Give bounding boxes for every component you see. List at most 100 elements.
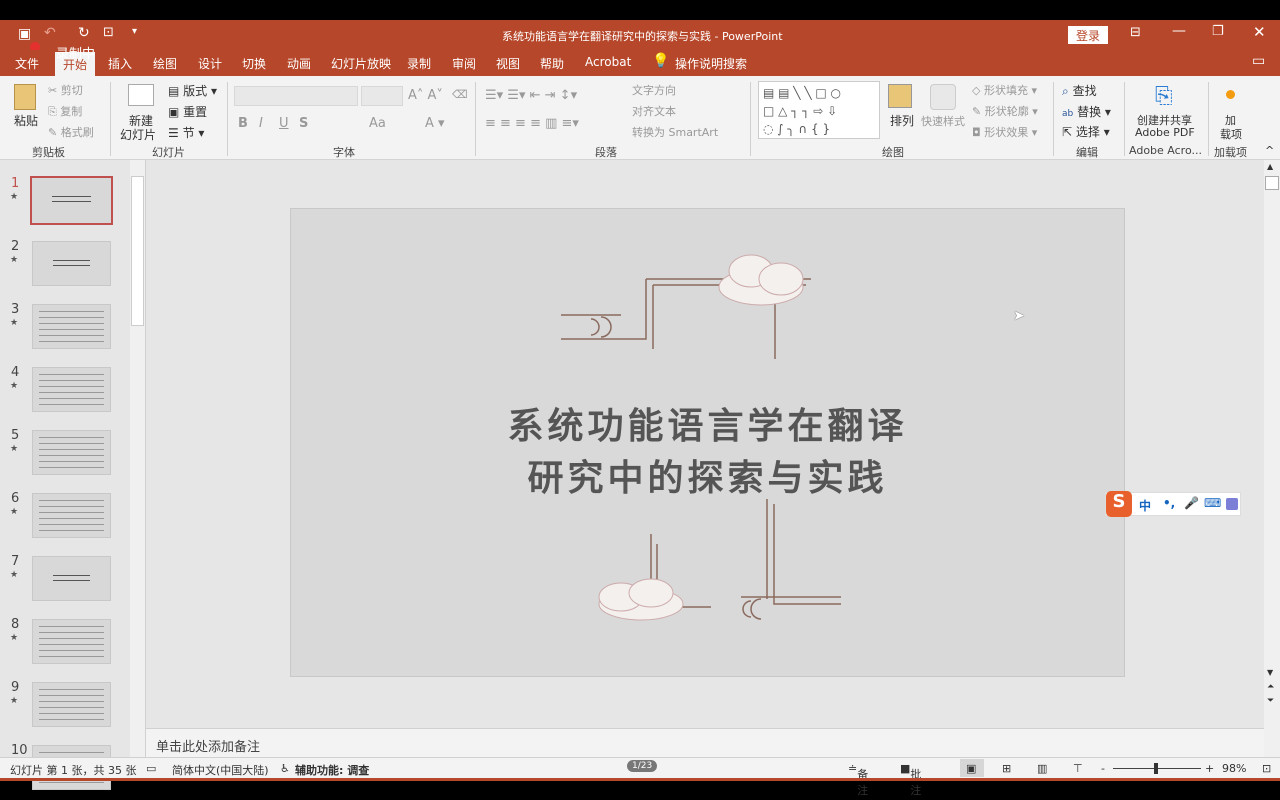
tab-record[interactable]: 录制 bbox=[407, 55, 431, 72]
microphone-icon[interactable]: 🎤 bbox=[1184, 496, 1199, 510]
reading-view-icon[interactable]: ▥ bbox=[1037, 762, 1047, 775]
tab-insert[interactable]: 插入 bbox=[108, 55, 132, 72]
spellcheck-icon[interactable]: ▭ bbox=[146, 762, 156, 775]
copy-button[interactable]: ⎘ 复制 bbox=[48, 103, 82, 119]
addins-icon[interactable] bbox=[1226, 90, 1235, 99]
editor-vertical-scrollbar[interactable]: ▲ ▼ ⏶ ⏷ bbox=[1264, 160, 1280, 757]
tab-acrobat[interactable]: Acrobat bbox=[585, 55, 631, 69]
cut-button[interactable]: ✂ 剪切 bbox=[48, 82, 83, 98]
restore-button[interactable]: ❐ bbox=[1212, 24, 1224, 39]
tab-slideshow[interactable]: 幻灯片放映 bbox=[331, 55, 391, 72]
undo-icon[interactable]: ↶ bbox=[44, 25, 56, 41]
clear-format-icon[interactable]: ⌫ bbox=[452, 88, 468, 101]
new-slide-icon[interactable] bbox=[128, 84, 154, 106]
scroll-down-icon[interactable]: ▼ bbox=[1267, 668, 1273, 677]
font-name-input[interactable] bbox=[234, 86, 358, 106]
find-button[interactable]: ⌕ 查找 bbox=[1062, 82, 1097, 99]
font-size-input[interactable] bbox=[361, 86, 403, 106]
accessibility-icon[interactable]: ♿ bbox=[280, 762, 290, 775]
close-button[interactable]: ✕ bbox=[1253, 23, 1266, 41]
slide-thumbnail[interactable] bbox=[32, 304, 111, 349]
keyboard-icon[interactable]: ⌨ bbox=[1204, 496, 1221, 510]
previous-slide-icon[interactable]: ⏶ bbox=[1267, 682, 1274, 692]
slide-canvas[interactable]: 系统功能语言学在翻译 研究中的探索与实践 bbox=[290, 208, 1125, 677]
language-status[interactable]: 简体中文(中国大陆) bbox=[172, 762, 269, 778]
slide-thumbnail[interactable] bbox=[32, 556, 111, 601]
tab-transitions[interactable]: 切换 bbox=[242, 55, 266, 72]
comments-button[interactable]: ■ 批注 bbox=[900, 762, 921, 797]
paste-button[interactable]: 粘贴 bbox=[14, 112, 38, 129]
slide-thumbnail[interactable] bbox=[30, 176, 113, 225]
tell-me-search[interactable]: 操作说明搜索 bbox=[675, 55, 747, 72]
notes-pane[interactable]: 单击此处添加备注 bbox=[146, 728, 1264, 757]
smartart-button[interactable]: 转换为 SmartArt bbox=[632, 124, 718, 140]
collapse-ribbon-icon[interactable]: ^ bbox=[1265, 144, 1274, 157]
font-grow-icon[interactable]: A˄ A˅ bbox=[408, 88, 443, 103]
arrange-icon[interactable] bbox=[888, 84, 912, 108]
scroll-up-icon[interactable]: ▲ bbox=[1267, 162, 1273, 171]
fit-to-window-icon[interactable]: ⊡ bbox=[1262, 762, 1271, 775]
tab-help[interactable]: 帮助 bbox=[540, 55, 564, 72]
zoom-in-button[interactable]: + bbox=[1205, 762, 1214, 775]
slide-thumbnail[interactable] bbox=[32, 682, 111, 727]
quick-styles-button[interactable]: 快速样式 bbox=[921, 113, 965, 129]
slide-thumbnail[interactable] bbox=[32, 241, 111, 286]
zoom-out-button[interactable]: - bbox=[1101, 762, 1105, 775]
layout-button[interactable]: ▤ 版式 ▾ bbox=[168, 82, 217, 99]
section-button[interactable]: ☰ 节 ▾ bbox=[168, 124, 204, 141]
reset-button[interactable]: ▣ 重置 bbox=[168, 103, 207, 120]
shape-outline-button[interactable]: ✎ 形状轮廓 ▾ bbox=[972, 103, 1038, 119]
shapes-gallery[interactable]: ▤ ▤ ╲ ╲ □ ○ □ △ ┐ ┐ ⇨ ⇩ ◌ ∫ ╮ ∩ { } bbox=[758, 81, 880, 139]
slide-thumbnail[interactable] bbox=[32, 493, 111, 538]
change-case-button[interactable]: Aa bbox=[369, 116, 386, 131]
bullets-icon[interactable]: ☰▾ ☰▾ ⇤ ⇥ ↕▾ bbox=[485, 88, 577, 103]
minimize-button[interactable]: — bbox=[1172, 23, 1186, 39]
slide-thumbnail[interactable] bbox=[32, 367, 111, 412]
arrange-button[interactable]: 排列 bbox=[890, 112, 914, 129]
tab-file[interactable]: 文件 bbox=[15, 55, 39, 72]
slide-sorter-icon[interactable]: ⊞ bbox=[1002, 762, 1011, 775]
paste-icon[interactable] bbox=[14, 84, 36, 110]
thumbnails-scrollbar[interactable] bbox=[130, 160, 145, 757]
zoom-slider-thumb[interactable] bbox=[1154, 763, 1158, 774]
shape-effects-button[interactable]: ◘ 形状效果 ▾ bbox=[972, 124, 1037, 140]
addins-label-2[interactable]: 载项 bbox=[1220, 126, 1242, 142]
thumbnails-scroll-thumb[interactable] bbox=[131, 176, 144, 326]
italic-button[interactable]: I bbox=[259, 116, 263, 131]
zoom-level[interactable]: 98% bbox=[1222, 762, 1246, 775]
underline-button[interactable]: U bbox=[279, 116, 289, 131]
new-slide-label-2[interactable]: 幻灯片 bbox=[120, 126, 156, 143]
slide-thumbnail[interactable] bbox=[32, 430, 111, 475]
slide-title-line-1[interactable]: 系统功能语言学在翻译 bbox=[291, 397, 1124, 449]
align-text-button[interactable]: 对齐文本 bbox=[632, 103, 676, 119]
text-direction-button[interactable]: 文字方向 bbox=[632, 82, 676, 98]
create-pdf-label-2[interactable]: Adobe PDF bbox=[1135, 126, 1195, 139]
notes-button[interactable]: ≐ 备注 bbox=[848, 762, 868, 797]
redo-icon[interactable]: ↻ bbox=[78, 25, 90, 41]
tab-draw[interactable]: 绘图 bbox=[153, 55, 177, 72]
toolbox-icon[interactable] bbox=[1226, 498, 1238, 510]
accessibility-status[interactable]: 辅助功能: 调查 bbox=[295, 762, 369, 778]
font-color-icon[interactable]: A ▾ bbox=[425, 116, 445, 131]
quick-styles-icon[interactable] bbox=[930, 84, 956, 110]
shadow-button[interactable]: S bbox=[299, 116, 308, 131]
login-button[interactable]: 登录 bbox=[1068, 26, 1108, 44]
ime-language-toggle[interactable]: 中 bbox=[1139, 497, 1151, 514]
save-icon[interactable]: ▣ bbox=[18, 26, 31, 42]
format-painter-button[interactable]: ✎ 格式刷 bbox=[48, 124, 94, 140]
bold-button[interactable]: B bbox=[238, 116, 248, 131]
tab-animations[interactable]: 动画 bbox=[287, 55, 311, 72]
tab-review[interactable]: 审阅 bbox=[452, 55, 476, 72]
comments-icon[interactable]: ▭ bbox=[1252, 53, 1265, 69]
sogou-logo-icon[interactable]: S bbox=[1106, 491, 1132, 517]
tab-design[interactable]: 设计 bbox=[198, 55, 222, 72]
align-icons[interactable]: ≡ ≡ ≡ ≡ ▥ ≡▾ bbox=[485, 116, 579, 131]
replace-button[interactable]: ab 替换 ▾ bbox=[1062, 103, 1111, 120]
slide-title-line-2[interactable]: 研究中的探索与实践 bbox=[291, 449, 1124, 501]
tab-view[interactable]: 视图 bbox=[496, 55, 520, 72]
qat-customize[interactable]: ▾ bbox=[132, 26, 137, 37]
next-slide-icon[interactable]: ⏷ bbox=[1267, 696, 1274, 706]
shape-fill-button[interactable]: ◇ 形状填充 ▾ bbox=[972, 82, 1037, 98]
select-button[interactable]: ⇱ 选择 ▾ bbox=[1062, 123, 1110, 140]
slideshow-icon[interactable]: ⊤ bbox=[1073, 762, 1083, 775]
